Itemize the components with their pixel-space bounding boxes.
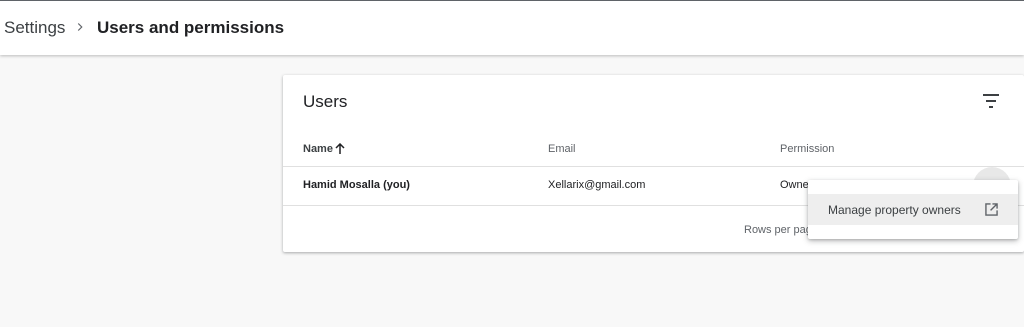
user-name: Hamid Mosalla (you) <box>303 179 410 191</box>
app-header: Settings Users and permissions <box>0 0 1024 55</box>
page-title: Users and permissions <box>97 18 285 37</box>
column-header-email[interactable]: Email <box>548 143 576 155</box>
column-header-name[interactable]: Name <box>303 143 333 155</box>
user-email: Xellarix@gmail.com <box>548 179 646 191</box>
arrow-upward-icon[interactable] <box>334 143 346 155</box>
chevron-right-icon <box>77 23 83 31</box>
breadcrumb-settings-link[interactable]: Settings <box>4 18 65 38</box>
menu-item-manage-property-owners[interactable]: Manage property owners <box>808 194 1018 225</box>
menu-item-label: Manage property owners <box>828 203 961 217</box>
filter-list-icon[interactable] <box>981 91 1003 111</box>
users-card-title: Users <box>303 92 348 111</box>
column-header-permission[interactable]: Permission <box>780 143 834 155</box>
context-menu: Manage property owners <box>808 180 1018 239</box>
user-permission: Owne <box>780 179 809 191</box>
rows-per-page-label: Rows per pag <box>744 224 812 236</box>
open-in-new-icon <box>985 203 998 216</box>
